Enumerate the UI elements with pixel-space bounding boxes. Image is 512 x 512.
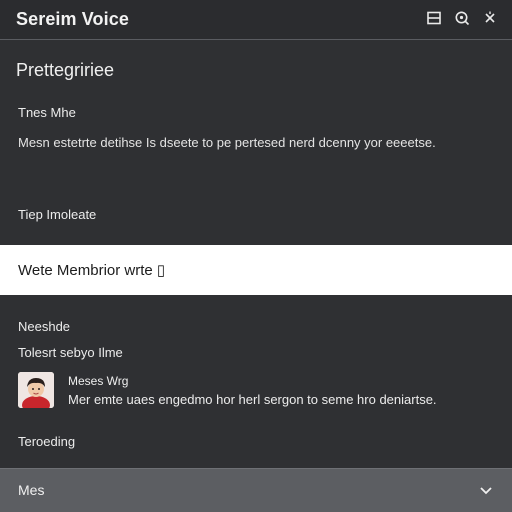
close-icon[interactable] — [482, 10, 498, 26]
field-label-example: Tolesrt sebyo Ilme — [18, 345, 123, 360]
avatar-icon — [18, 372, 54, 408]
field-label-template: Tiep Imoleate — [18, 207, 97, 222]
section-title: Prettegririee — [16, 60, 115, 80]
dropdown-label: Mes — [18, 482, 45, 498]
example-item: Meses Wrg Mer emte uaes engedmo hor herl… — [18, 372, 498, 412]
field-label-section: Neeshde — [18, 319, 71, 334]
example-author: Meses Wrg — [68, 374, 129, 388]
field-label-name: Tnes Mhe — [18, 105, 76, 120]
window-controls — [426, 10, 498, 26]
field-description: Mesn estetrte detihse Is dseete to pe pe… — [18, 135, 436, 150]
chevron-down-icon[interactable] — [478, 482, 494, 498]
field-label-recording: Teroeding — [18, 434, 76, 449]
pin-icon[interactable] — [454, 10, 470, 26]
title-bar: Sereim Voice — [0, 0, 512, 40]
template-input[interactable] — [18, 257, 488, 283]
app-title: Sereim Voice — [16, 9, 129, 29]
footer-dropdown[interactable]: Mes — [0, 468, 512, 512]
example-message: Mer emte uaes engedmo hor herl sergon to… — [68, 392, 437, 407]
settings-panel: Prettegririee Tnes Mhe Mesn estetrte det… — [0, 40, 512, 468]
input-band — [0, 245, 512, 295]
window-icon[interactable] — [426, 10, 442, 26]
